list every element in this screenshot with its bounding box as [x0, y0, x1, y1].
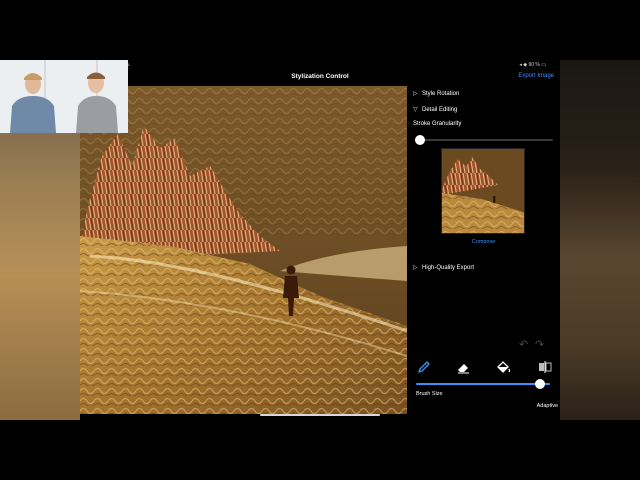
disclosure-expanded-icon: ▽ — [413, 107, 418, 113]
style-preview-thumbnail[interactable] — [441, 148, 525, 234]
webcam-overlay — [0, 60, 128, 133]
preview-artwork — [442, 149, 524, 233]
eraser-tool-icon[interactable] — [455, 359, 471, 375]
compare-split-icon[interactable] — [537, 359, 553, 375]
style-rotation-label: Style Rotation — [422, 90, 460, 97]
redo-icon[interactable]: ↷ — [535, 338, 544, 351]
home-indicator — [260, 414, 380, 416]
ipad-screen: n. ◂ ◆ 90 % ▭ Stylization Control Export… — [80, 60, 560, 420]
high-quality-export-row[interactable]: ▷ High-Quality Export — [413, 264, 475, 272]
detail-editing-label: Detail Editing — [422, 106, 458, 113]
page-title: Stylization Control — [291, 73, 349, 80]
slider-thumb[interactable] — [415, 135, 425, 145]
export-image-button[interactable]: Export Image — [518, 73, 554, 79]
brush-tool-icon[interactable] — [416, 359, 432, 375]
undo-icon[interactable]: ↶ — [519, 338, 528, 351]
video-frame: n. ◂ ◆ 90 % ▭ Stylization Control Export… — [0, 0, 640, 480]
artwork-canvas[interactable] — [80, 86, 407, 414]
disclosure-collapsed-icon: ▷ — [413, 265, 418, 271]
brush-size-label: Brush Size — [416, 391, 443, 397]
brush-size-slider[interactable] — [416, 379, 550, 389]
slider-thumb[interactable] — [535, 379, 546, 389]
stroke-granularity-label: Stroke Granularity — [413, 121, 462, 127]
status-bar: n. ◂ ◆ 90 % ▭ — [80, 60, 560, 70]
tool-bar — [407, 358, 560, 376]
fill-bucket-icon[interactable] — [495, 359, 511, 375]
stroke-granularity-slider[interactable] — [415, 135, 553, 145]
undo-redo-group: ↶ ↷ — [519, 338, 551, 352]
status-icons: ◂ ◆ 90 % ▭ — [519, 62, 546, 68]
high-quality-export-label: High-Quality Export — [422, 264, 475, 271]
disclosure-collapsed-icon: ▷ — [413, 91, 418, 97]
slider-track — [416, 383, 550, 385]
slider-track — [415, 139, 553, 141]
blurred-border-right — [560, 60, 640, 420]
detail-editing-row[interactable]: ▽ Detail Editing — [413, 106, 458, 114]
stylized-artwork — [80, 86, 407, 414]
webcam-presenters-image — [0, 60, 128, 133]
adaptive-label[interactable]: Adaptive — [537, 403, 558, 409]
control-panel: ▷ Style Rotation ▽ Detail Editing Stroke… — [407, 86, 560, 420]
compose-link[interactable]: Compose — [407, 239, 560, 245]
style-rotation-row[interactable]: ▷ Style Rotation — [413, 90, 460, 98]
